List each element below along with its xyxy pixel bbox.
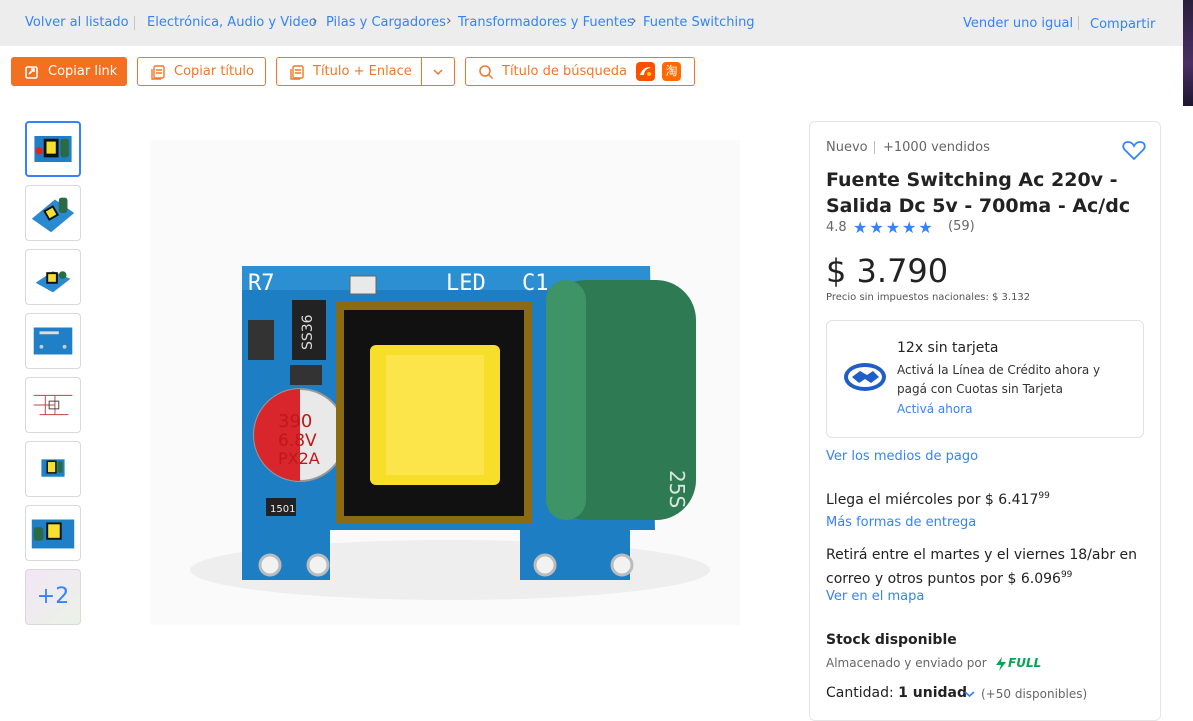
thumbnail-7[interactable] bbox=[25, 505, 81, 561]
lightning-icon bbox=[996, 657, 1006, 671]
divider bbox=[134, 16, 135, 30]
svg-text:390: 390 bbox=[278, 411, 312, 432]
breadcrumb-item-transformadores[interactable]: Transformadores y Fuentes bbox=[458, 15, 634, 30]
thumbnail-1[interactable] bbox=[25, 121, 81, 177]
thumbnail-3[interactable] bbox=[25, 249, 81, 305]
breadcrumb-bar: Volver al listado Electrónica, Audio y V… bbox=[0, 0, 1183, 46]
copy-icon bbox=[290, 64, 304, 80]
thumbnail-2[interactable] bbox=[25, 185, 81, 241]
breadcrumb-item-pilas[interactable]: Pilas y Cargadores bbox=[326, 15, 446, 30]
mercadopago-handshake-icon bbox=[844, 363, 886, 391]
credit-title: 12x sin tarjeta bbox=[897, 340, 999, 356]
full-badge: FULL bbox=[1008, 656, 1042, 670]
credit-desc-line2: pagá con Cuotas sin Tarjeta bbox=[897, 382, 1063, 396]
buy-box: Nuevo +1000 vendidos Fuente Switching Ac… bbox=[809, 121, 1161, 721]
quantity-label: Cantidad: bbox=[826, 685, 894, 701]
product-title-line1: Fuente Switching Ac 220v - bbox=[826, 169, 1118, 191]
copy-icon bbox=[151, 64, 165, 80]
arrival-label: Llega el miércoles por $ 6.417 bbox=[826, 492, 1039, 508]
divider bbox=[421, 58, 422, 85]
power-module-photo: R7 LED C1 SS36 390 6.8V PX2A 25Ѕ 1501 bbox=[150, 140, 740, 625]
stock-title: Stock disponible bbox=[826, 632, 957, 648]
more-images-label: +2 bbox=[36, 584, 70, 609]
pickup-cents: 99 bbox=[1060, 570, 1073, 580]
taobao-icon[interactable]: 淘 bbox=[662, 62, 681, 81]
chevron-down-icon[interactable] bbox=[432, 66, 444, 78]
thumbnail-6[interactable] bbox=[25, 441, 81, 497]
power-module-image bbox=[31, 197, 75, 233]
window-edge bbox=[1183, 0, 1193, 106]
pickup-text: Retirá entre el martes y el viernes 18/a… bbox=[826, 545, 1156, 589]
power-module-image bbox=[41, 459, 65, 477]
title-link-label: Título + Enlace bbox=[313, 64, 412, 79]
copy-title-button[interactable]: Copiar título bbox=[137, 57, 266, 86]
breadcrumb-item-electronica[interactable]: Electrónica, Audio y Video bbox=[147, 15, 317, 30]
sell-one-like-this-link[interactable]: Vender uno igual bbox=[963, 16, 1073, 31]
chevron-right-icon: › bbox=[312, 13, 318, 29]
arrival-cents: 99 bbox=[1038, 491, 1050, 501]
stored-by-text: Almacenado y enviado por bbox=[826, 656, 987, 670]
view-map-link[interactable]: Ver en el mapa bbox=[826, 589, 924, 604]
product-title: Fuente Switching Ac 220v - Salida Dc 5v … bbox=[826, 167, 1130, 219]
credit-card-box: 12x sin tarjeta Activá la Línea de Crédi… bbox=[826, 320, 1144, 438]
chevron-down-icon[interactable] bbox=[964, 689, 975, 699]
review-count[interactable]: (59) bbox=[948, 219, 975, 234]
svg-text:C1: C1 bbox=[522, 271, 549, 296]
aliexpress-icon[interactable] bbox=[636, 62, 655, 81]
divider bbox=[1078, 16, 1079, 30]
svg-text:PX2A: PX2A bbox=[278, 449, 320, 468]
copy-link-button[interactable]: Copiar link bbox=[11, 57, 127, 86]
arrival-text: Llega el miércoles por $ 6.41799 bbox=[826, 491, 1050, 508]
quantity-value[interactable]: 1 unidad bbox=[898, 685, 967, 701]
product-title-line2: Salida Dc 5v - 700ma - Ac/dc bbox=[826, 195, 1131, 217]
back-to-list-link[interactable]: Volver al listado bbox=[25, 15, 129, 30]
chevron-right-icon: › bbox=[631, 13, 637, 29]
share-link[interactable]: Compartir bbox=[1090, 17, 1155, 32]
svg-text:SS36: SS36 bbox=[300, 314, 316, 350]
thumbnail-5[interactable] bbox=[25, 377, 81, 433]
svg-text:25Ѕ: 25Ѕ bbox=[665, 470, 689, 508]
tax-note: Precio sin impuestos nacionales: $ 3.132 bbox=[826, 292, 1031, 303]
svg-text:LED: LED bbox=[446, 271, 486, 296]
svg-text:1501: 1501 bbox=[270, 504, 295, 515]
title-link-button[interactable]: Título + Enlace bbox=[276, 57, 455, 86]
pickup-line2: correo y otros puntos por $ 6.096 bbox=[826, 571, 1061, 587]
pickup-line1: Retirá entre el martes y el viernes 18/a… bbox=[826, 547, 1138, 563]
power-module-image bbox=[34, 136, 72, 162]
chevron-right-icon: › bbox=[446, 13, 452, 29]
thumbnail-more[interactable]: +2 bbox=[25, 569, 81, 625]
price: $ 3.790 bbox=[826, 252, 949, 290]
main-product-image[interactable]: R7 LED C1 SS36 390 6.8V PX2A 25Ѕ 1501 bbox=[150, 140, 740, 625]
available-count: (+50 disponibles) bbox=[981, 687, 1088, 701]
power-module-image bbox=[31, 519, 75, 549]
svg-text:6.8V: 6.8V bbox=[278, 431, 317, 451]
breadcrumb-item-fuente-switching[interactable]: Fuente Switching bbox=[643, 15, 755, 30]
search-title-button[interactable]: Título de búsqueda 淘 bbox=[465, 57, 695, 86]
pcb-back-image bbox=[33, 327, 73, 355]
quantity-row[interactable]: Cantidad: 1 unidad bbox=[826, 685, 967, 701]
thumbnail-4[interactable] bbox=[25, 313, 81, 369]
copy-title-label: Copiar título bbox=[174, 64, 254, 79]
heart-icon[interactable] bbox=[1122, 139, 1146, 161]
rating-value: 4.8 bbox=[826, 220, 847, 235]
divider bbox=[874, 141, 875, 154]
svg-text:R7: R7 bbox=[248, 271, 275, 296]
search-icon bbox=[479, 64, 494, 79]
more-shipping-link[interactable]: Más formas de entrega bbox=[826, 515, 976, 530]
credit-desc-line1: Activá la Línea de Crédito ahora y bbox=[897, 363, 1101, 377]
condition-label: Nuevo bbox=[826, 140, 868, 155]
star-rating-icon: ★★★★★ bbox=[853, 218, 935, 237]
activate-now-link[interactable]: Activá ahora bbox=[897, 402, 973, 416]
copy-link-icon bbox=[25, 65, 38, 79]
search-title-label: Título de búsqueda bbox=[502, 64, 627, 79]
sold-count: +1000 vendidos bbox=[883, 140, 990, 155]
payment-methods-link[interactable]: Ver los medios de pago bbox=[826, 449, 978, 464]
power-module-image bbox=[35, 271, 71, 293]
schematic-image bbox=[33, 394, 73, 416]
copy-link-label: Copiar link bbox=[48, 64, 118, 79]
credit-description: Activá la Línea de Crédito ahora y pagá … bbox=[897, 361, 1100, 399]
